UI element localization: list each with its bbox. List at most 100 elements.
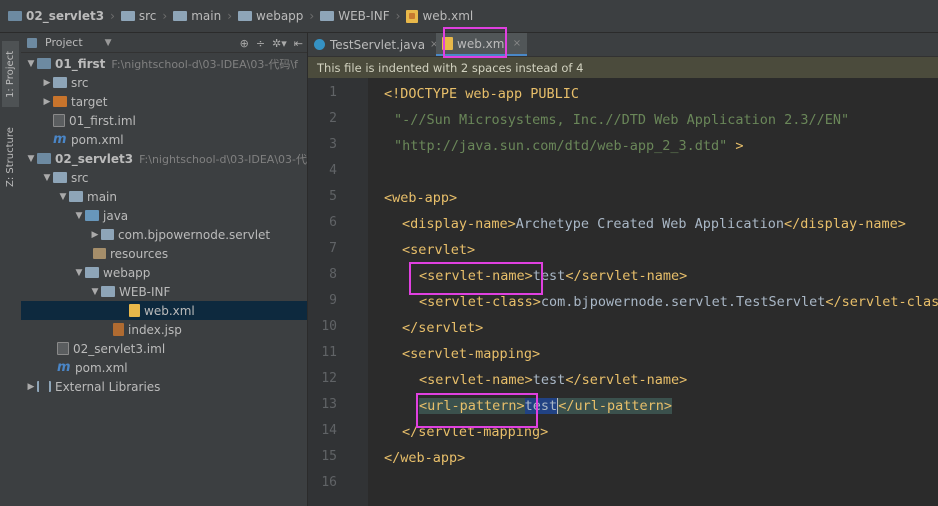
tab-label: TestServlet.java [330, 37, 426, 52]
tree-item-resources[interactable]: resources [21, 244, 307, 263]
line-number: 12 [321, 371, 337, 386]
notification-text: This file is indented with 2 spaces inst… [317, 60, 584, 75]
breadcrumb-webapp[interactable]: webapp [236, 0, 305, 33]
tree-item-webapp[interactable]: ▼ webapp [21, 263, 307, 282]
code-line-1: <!DOCTYPE web-app PUBLIC [384, 81, 579, 107]
module-path: F:\nightschool-d\03-IDEA\03-代码\f [111, 57, 298, 71]
xml-tag: </servlet> [402, 320, 484, 336]
code-editor[interactable]: <!DOCTYPE web-app PUBLIC "-//Sun Microsy… [368, 78, 938, 506]
tree-item-pom-xml[interactable]: m pom.xml [21, 130, 307, 149]
xml-tag: <servlet-class> [419, 294, 541, 310]
expand-arrow-icon[interactable]: ▼ [25, 154, 37, 164]
tree-item-label: 02_servlet3.iml [73, 341, 166, 356]
tree-item-index-jsp[interactable]: index.jsp [21, 320, 307, 339]
tree-item-main[interactable]: ▼ main [21, 187, 307, 206]
breadcrumb-web-inf[interactable]: WEB-INF [318, 0, 391, 33]
code-line-3: "http://java.sun.com/dtd/web-app_2_3.dtd… [394, 133, 744, 159]
module-folder-icon [8, 11, 22, 21]
xml-tag: <servlet-mapping> [402, 346, 541, 362]
xml-tag: <url-pattern> [419, 398, 525, 414]
tree-item-package[interactable]: ▶ com.bjpowernode.servlet [21, 225, 307, 244]
tree-item-label: com.bjpowernode.servlet [118, 227, 271, 242]
tree-item-java[interactable]: ▼ java [21, 206, 307, 225]
tree-item-01-first[interactable]: ▼ 01_first F:\nightschool-d\03-IDEA\03-代… [21, 54, 307, 73]
xml-file-icon [442, 37, 453, 50]
tree-item-pom-xml[interactable]: m pom.xml [21, 358, 307, 377]
tree-item-label: WEB-INF [119, 284, 171, 299]
doctype-close: > [727, 138, 744, 154]
breadcrumb-main[interactable]: main [171, 0, 223, 33]
expand-arrow-icon[interactable]: ▼ [25, 59, 37, 69]
project-panel-title[interactable]: Project [45, 36, 83, 49]
tree-item-01-first-iml[interactable]: 01_first.iml [21, 111, 307, 130]
expand-arrow-icon[interactable]: ▼ [57, 192, 69, 202]
tree-item-src[interactable]: ▼ src [21, 168, 307, 187]
tree-item-src[interactable]: ▶ src [21, 73, 307, 92]
line-number: 9 [329, 293, 337, 308]
xml-text: test [532, 268, 566, 284]
xml-tag: <web-app> [384, 190, 458, 206]
tree-item-label: src [71, 75, 89, 90]
tab-web-xml[interactable]: web.xml × [436, 33, 528, 56]
tree-item-label: 01_first.iml [69, 113, 136, 128]
expand-arrow-icon[interactable]: ▼ [73, 211, 85, 221]
tree-item-target[interactable]: ▶ target [21, 92, 307, 111]
collapse-all-icon[interactable]: ÷ [256, 37, 265, 50]
code-line-13: <url-pattern>test</url-pattern> [419, 393, 672, 419]
folder-icon [320, 11, 335, 21]
project-tool-tab[interactable]: 1: Project [2, 41, 19, 107]
tree-item-label: web.xml [144, 303, 195, 318]
xml-tag: </servlet-name> [565, 372, 688, 388]
expand-arrow-icon[interactable]: ▼ [41, 173, 53, 183]
close-icon[interactable]: × [513, 38, 521, 49]
project-tool-tab-label: 1: Project [5, 50, 16, 98]
tree-item-02-servlet3-iml[interactable]: 02_servlet3.iml [21, 339, 307, 358]
tree-item-label: resources [110, 246, 169, 261]
gear-icon[interactable]: ✲▾ [272, 37, 287, 50]
expand-arrow-icon[interactable]: ▼ [89, 287, 101, 297]
breadcrumb-label: 02_servlet3 [26, 9, 105, 23]
code-line-2: "-//Sun Microsystems, Inc.//DTD Web Appl… [394, 107, 849, 133]
tree-item-web-xml[interactable]: web.xml [21, 301, 307, 320]
breadcrumb-separator: › [395, 9, 401, 23]
folder-icon [53, 172, 67, 183]
folder-icon [238, 11, 253, 21]
collapse-arrow-icon[interactable]: ▶ [25, 382, 37, 392]
hide-panel-icon[interactable]: ⇤ [294, 37, 303, 50]
breadcrumb-project[interactable]: 02_servlet3 [6, 0, 106, 33]
line-number: 13 [321, 397, 337, 412]
xml-tag: <servlet-name> [419, 268, 533, 284]
collapse-arrow-icon[interactable]: ▶ [41, 97, 53, 107]
xml-tag: </servlet-name> [565, 268, 688, 284]
xml-file-icon [129, 304, 140, 317]
line-number: 14 [321, 423, 337, 438]
scroll-from-source-icon[interactable]: ⊕ [240, 37, 249, 50]
folder-icon [85, 267, 99, 278]
breadcrumb-web-xml[interactable]: web.xml [404, 0, 475, 33]
tab-testservlet-java[interactable]: TestServlet.java × [314, 33, 438, 56]
expand-arrow-icon[interactable]: ▼ [73, 268, 85, 278]
tree-item-label: index.jsp [128, 322, 182, 337]
collapse-arrow-icon[interactable]: ▶ [89, 230, 101, 240]
collapse-arrow-icon[interactable]: ▶ [41, 78, 53, 88]
project-panel-header: Project ▼ ⊕ ÷ ✲▾ ⇤ [21, 33, 307, 53]
tree-item-label: pom.xml [71, 132, 124, 147]
breadcrumb-src[interactable]: src [119, 0, 159, 33]
breadcrumb-separator: › [227, 9, 233, 23]
navigation-bar: 02_servlet3 › src › main › webapp › WEB-… [0, 0, 938, 33]
code-line-12: <servlet-name>test</servlet-name> [419, 367, 687, 393]
xml-text: test [532, 372, 566, 388]
breadcrumb-separator: › [162, 9, 168, 23]
folder-icon [173, 11, 188, 21]
tree-item-external-libraries[interactable]: ▶ External Libraries [21, 377, 307, 396]
breadcrumb-label: src [138, 9, 157, 23]
tree-item-02-servlet3[interactable]: ▼ 02_servlet3 F:\nightschool-d\03-IDEA\0… [21, 149, 307, 168]
maven-icon: m [53, 131, 67, 147]
tree-item-label: webapp [103, 265, 151, 280]
tree-item-web-inf[interactable]: ▼ WEB-INF [21, 282, 307, 301]
project-panel-actions: ⊕ ÷ ✲▾ ⇤ [240, 33, 303, 53]
structure-tool-tab[interactable]: Z: Structure [2, 119, 19, 195]
chevron-down-icon[interactable]: ▼ [105, 38, 112, 48]
editor-gutter: 1 2 3 4 5 6 7 8 9 10 11 12 13 14 15 16 [308, 78, 381, 506]
xml-text: com.bjpowernode.servlet.TestServlet [540, 294, 826, 310]
